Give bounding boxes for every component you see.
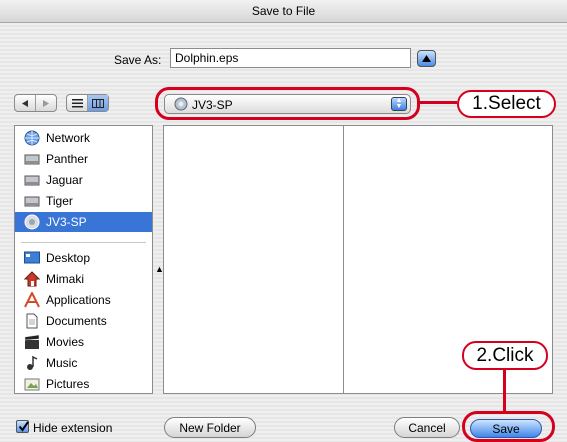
sidebar-item-jaguar[interactable]: Jaguar: [15, 170, 152, 190]
sidebar-item-mimaki[interactable]: Mimaki: [15, 269, 152, 289]
hide-extension-checkbox[interactable]: [16, 420, 29, 433]
sidebar-item-label: Panther: [46, 152, 89, 166]
click-callout-connector: [503, 370, 506, 411]
cancel-button[interactable]: Cancel: [394, 417, 460, 438]
expand-dialog-button[interactable]: [417, 50, 436, 67]
desktop-icon: [24, 251, 40, 264]
sidebar: Network Panther Jaguar Tiger JV3-SP Desk…: [14, 125, 153, 394]
select-highlight-ring: [155, 87, 420, 120]
checkmark-icon: [18, 421, 29, 432]
list-view-button[interactable]: [67, 95, 88, 111]
column-view-button[interactable]: [88, 95, 108, 111]
column-view-icon: [92, 98, 104, 108]
sidebar-item-label: Music: [46, 356, 78, 370]
hide-extension-label: Hide extension: [33, 421, 113, 435]
sidebar-item-label: JV3-SP: [46, 215, 87, 229]
applications-icon: [24, 292, 40, 308]
forward-arrow-icon: [43, 99, 49, 107]
pictures-icon: [24, 378, 40, 391]
back-forward-control[interactable]: [14, 94, 57, 112]
sidebar-item-label: Jaguar: [46, 173, 83, 187]
sidebar-item-label: Mimaki: [46, 272, 84, 286]
sidebar-item-label: Tiger: [46, 194, 73, 208]
new-folder-button[interactable]: New Folder: [164, 417, 256, 438]
sidebar-item-label: Network: [46, 131, 91, 145]
hard-drive-icon: [24, 196, 40, 207]
save-button[interactable]: Save: [470, 419, 542, 438]
movies-icon: [24, 334, 40, 349]
printer-volume-icon: [24, 214, 40, 230]
sidebar-item-music[interactable]: Music: [15, 353, 152, 373]
forward-button[interactable]: [36, 95, 56, 111]
hard-drive-icon: [24, 175, 40, 186]
sidebar-item-documents[interactable]: Documents: [15, 311, 152, 331]
save-as-field[interactable]: [170, 48, 411, 68]
sidebar-item-network[interactable]: Network: [15, 128, 152, 148]
sidebar-item-panther[interactable]: Panther: [15, 149, 152, 169]
browser-column-1[interactable]: [163, 125, 344, 394]
sidebar-item-jv3-sp[interactable]: JV3-SP: [15, 212, 152, 232]
triangle-up-icon: [422, 55, 431, 62]
click-callout-label: 2.Click: [462, 341, 548, 370]
hard-drive-icon: [24, 154, 40, 165]
network-icon: [24, 130, 40, 146]
sidebar-item-movies[interactable]: Movies: [15, 332, 152, 352]
back-button[interactable]: [15, 95, 36, 111]
select-callout-connector: [420, 101, 457, 104]
list-view-icon: [71, 98, 83, 107]
sidebar-item-tiger[interactable]: Tiger: [15, 191, 152, 211]
sidebar-item-label: Movies: [46, 335, 85, 349]
back-arrow-icon: [22, 99, 28, 107]
view-mode-control[interactable]: [66, 94, 109, 112]
sidebar-item-label: Desktop: [46, 251, 91, 265]
save-as-label: Save As:: [114, 53, 162, 67]
sidebar-item-label: Pictures: [46, 377, 90, 391]
sidebar-divider: [21, 242, 146, 243]
sidebar-item-label: Documents: [46, 314, 107, 328]
sidebar-item-applications[interactable]: Applications: [15, 290, 152, 310]
sidebar-item-desktop[interactable]: Desktop: [15, 248, 152, 268]
documents-icon: [26, 313, 38, 329]
sidebar-item-label: Applications: [46, 293, 111, 307]
sidebar-item-pictures[interactable]: Pictures: [15, 374, 152, 394]
select-callout-label: 1.Select: [457, 90, 556, 118]
home-icon: [24, 271, 40, 287]
music-icon: [27, 355, 38, 370]
window-title: Save to File: [0, 0, 567, 23]
